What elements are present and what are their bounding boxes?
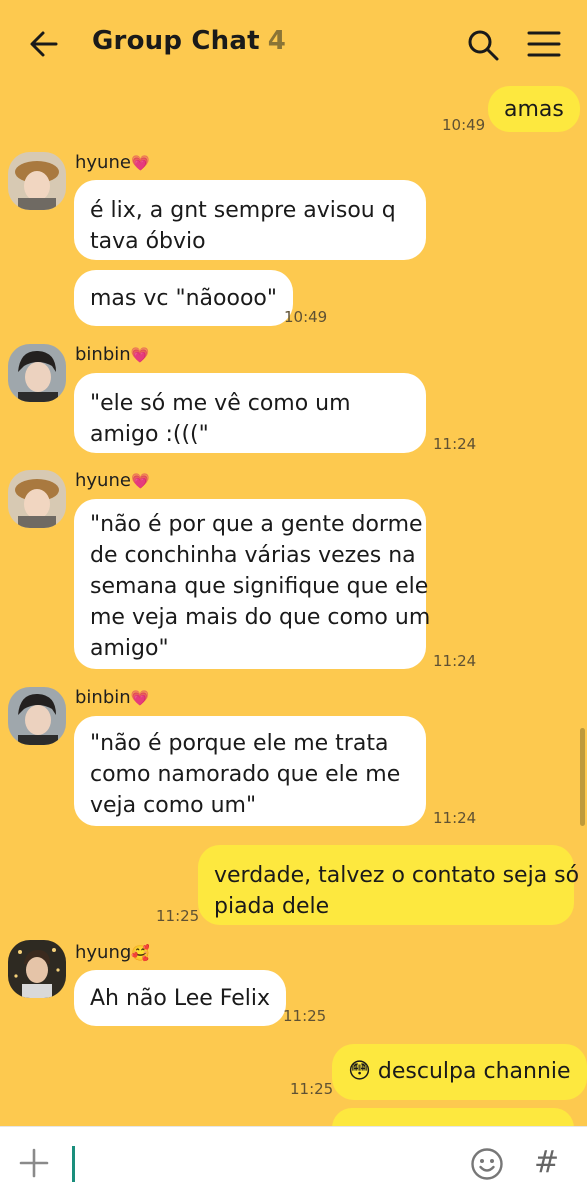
message-time: 11:25: [283, 1007, 327, 1025]
scrollbar-thumb[interactable]: [580, 728, 585, 826]
message-input-bar: #: [0, 1126, 587, 1200]
heart-emoji: 💗: [130, 472, 150, 490]
sender-name: hyune💗: [75, 152, 150, 173]
emoji-smile-icon[interactable]: [470, 1147, 504, 1181]
smiling-hearts-emoji: 🥰: [131, 944, 150, 962]
message-time: 10:49: [442, 116, 486, 134]
sender-name-text: hyune: [75, 470, 131, 491]
hamburger-menu-icon[interactable]: [526, 28, 562, 60]
incoming-message-bubble[interactable]: é lix, a gnt sempre avisou q tava óbvio: [74, 180, 426, 260]
outgoing-message-bubble[interactable]: amas: [488, 86, 580, 132]
sender-name-text: hyung: [75, 942, 132, 963]
plus-icon[interactable]: [18, 1147, 50, 1179]
outgoing-message-bubble[interactable]: 😳 desculpa channie: [332, 1044, 587, 1100]
incoming-message-bubble[interactable]: "ele só me vê como um amigo :(((": [74, 373, 426, 453]
message-time: 11:24: [433, 809, 477, 827]
message-time: 11:24: [433, 652, 477, 670]
avatar-hyune[interactable]: [8, 470, 66, 528]
avatar-hyune[interactable]: [8, 152, 66, 210]
message-text-input[interactable]: [66, 1141, 446, 1187]
incoming-message-bubble[interactable]: mas vc "nãoooo": [74, 270, 293, 326]
heart-emoji: 💗: [130, 346, 150, 364]
message-time: 11:25: [156, 907, 200, 925]
outgoing-message-bubble[interactable]: verdade, talvez o contato seja só piada …: [198, 845, 579, 925]
chat-title: Group Chat 4: [92, 26, 286, 56]
text-caret: [72, 1146, 75, 1182]
message-time: 11:25: [290, 1080, 334, 1098]
avatar-binbin[interactable]: [8, 344, 66, 402]
arrow-left-icon[interactable]: [26, 26, 62, 62]
heart-emoji: 💗: [130, 689, 150, 707]
sender-name-text: hyune: [75, 152, 131, 173]
sender-name: binbin💗: [75, 344, 149, 365]
avatar-binbin[interactable]: [8, 687, 66, 745]
message-time: 11:24: [433, 435, 477, 453]
incoming-message-bubble[interactable]: "não é por que a gente dorme de conchinh…: [74, 499, 430, 669]
sender-name: hyung🥰: [75, 942, 150, 963]
search-icon[interactable]: [466, 28, 500, 62]
message-time: 10:49: [284, 308, 328, 326]
chat-title-text: Group Chat: [92, 26, 260, 56]
member-count: 4: [267, 26, 287, 56]
sender-name-text: binbin: [75, 687, 131, 708]
sender-name: binbin💗: [75, 687, 149, 708]
incoming-message-bubble[interactable]: "não é porque ele me trata como namorado…: [74, 716, 426, 826]
avatar-hyung[interactable]: [8, 940, 66, 998]
hashtag-icon[interactable]: #: [534, 1145, 559, 1181]
incoming-message-bubble[interactable]: Ah não Lee Felix: [74, 970, 287, 1026]
chat-header: Group Chat 4: [0, 0, 587, 90]
sender-name-text: binbin: [75, 344, 131, 365]
sender-name: hyune💗: [75, 470, 150, 491]
heart-emoji: 💗: [130, 154, 150, 172]
